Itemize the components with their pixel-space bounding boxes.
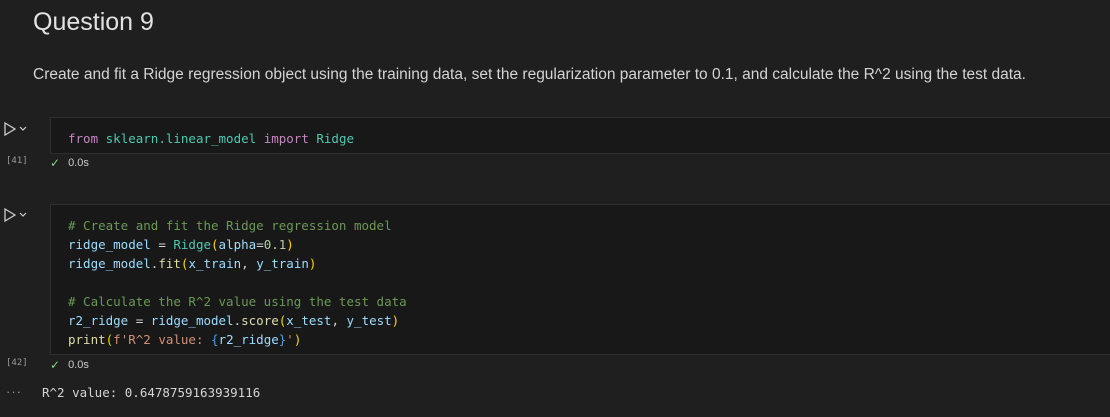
code-token: ridge_model: [150, 313, 234, 328]
markdown-heading: Question 9: [33, 8, 154, 36]
code-token: Ridge: [173, 237, 212, 252]
code-token: ': [286, 332, 294, 347]
code-token: x_train: [188, 256, 242, 271]
chevron-down-icon[interactable]: [19, 212, 27, 218]
checkmark-icon: ✓: [50, 156, 61, 170]
code-token: ): [293, 332, 302, 347]
code-token: import: [263, 131, 309, 146]
code-token: ridge_model: [68, 256, 151, 271]
code-token: alpha: [218, 237, 257, 252]
code-token: Ridge: [316, 131, 355, 146]
code-line: from sklearn.linear_model import Ridge: [68, 129, 354, 148]
markdown-paragraph: Create and fit a Ridge regression object…: [33, 66, 1026, 83]
ellipsis-icon[interactable]: ···: [6, 384, 22, 399]
chevron-down-icon[interactable]: [19, 126, 27, 132]
run-cell-button[interactable]: [4, 121, 34, 137]
code-token: (: [211, 237, 219, 252]
code-token: ): [286, 237, 294, 252]
cell-status: ✓ 0.0s: [50, 155, 89, 171]
code-token: from: [68, 131, 99, 146]
code-comment: # Calculate the R^2 value using the test…: [68, 294, 407, 309]
cell-status: ✓ 0.0s: [50, 357, 89, 373]
play-icon: [4, 122, 16, 136]
code-token: r2_ridge: [68, 313, 129, 328]
code-token: ,: [331, 313, 347, 328]
code-token: =: [150, 237, 174, 252]
code-token: =: [256, 237, 264, 252]
code-token: score: [241, 313, 279, 328]
execution-duration: 0.0s: [68, 157, 89, 169]
code-token: y_test: [346, 313, 392, 328]
execution-count: [41]: [6, 156, 28, 166]
code-token: 0.1: [263, 237, 287, 252]
code-token: .: [233, 313, 242, 328]
play-icon: [4, 208, 16, 222]
code-token: r2_ridge: [218, 332, 279, 347]
code-token: y_train: [256, 256, 309, 271]
checkmark-icon: ✓: [50, 358, 61, 372]
code-block: # Create and fit the Ridge regression mo…: [68, 216, 407, 349]
code-token: ): [391, 313, 400, 328]
code-token: print: [68, 332, 106, 347]
code-token: x_test: [286, 313, 332, 328]
code-comment: # Create and fit the Ridge regression mo…: [68, 218, 392, 233]
code-token: {: [211, 332, 219, 347]
run-cell-button[interactable]: [4, 207, 34, 223]
code-token: f'R^2 value:: [113, 332, 212, 347]
code-token: fit: [158, 256, 181, 271]
code-token: ,: [241, 256, 257, 271]
code-token: =: [128, 313, 151, 328]
execution-duration: 0.0s: [68, 359, 89, 371]
code-token: sklearn.linear_model: [105, 131, 257, 146]
code-token: ridge_model: [68, 237, 151, 252]
execution-count: [42]: [6, 358, 28, 368]
code-token: ): [308, 256, 317, 271]
cell-output: R^2 value: 0.6478759163939116: [42, 385, 261, 400]
